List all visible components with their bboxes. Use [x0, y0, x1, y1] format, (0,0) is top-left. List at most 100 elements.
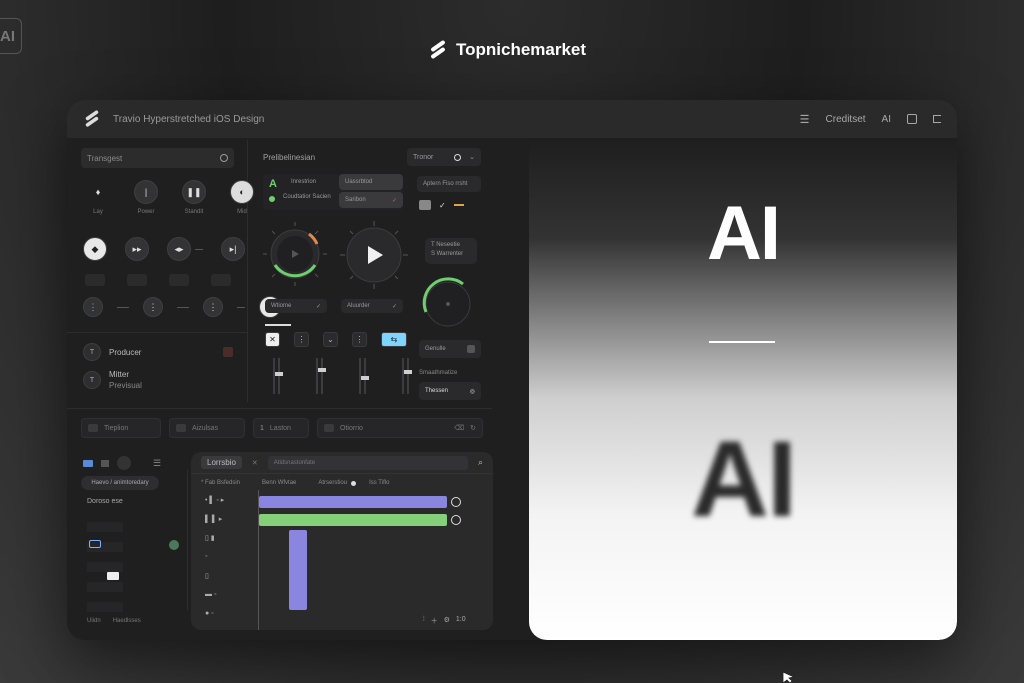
wave-button[interactable]: ⋮ — [83, 297, 103, 317]
sidebar-footer-item[interactable]: Uiidn — [87, 618, 101, 624]
side-value-field[interactable]: Thessen ◎ — [419, 382, 481, 400]
fader[interactable] — [273, 358, 283, 394]
check-row[interactable]: Aluurder ✓ — [341, 299, 403, 313]
cue-step-button[interactable]: ⇆ — [381, 332, 407, 347]
fader-group — [273, 358, 412, 394]
close-step-button[interactable]: ✕ — [265, 332, 280, 347]
sidebar-toolbar: ☰ — [83, 456, 161, 470]
section-header: Prelibelinesian — [263, 153, 316, 162]
chip[interactable] — [211, 274, 231, 286]
half-circle-button[interactable]: ◐ — [230, 180, 254, 204]
cue-button-label: Genulle — [425, 346, 446, 352]
add-icon[interactable]: ＋ — [431, 616, 438, 626]
play-knob[interactable] — [339, 220, 409, 290]
chip[interactable] — [169, 274, 189, 286]
bottom-field[interactable]: 1 Laston — [253, 418, 309, 438]
search-input[interactable]: Transgest — [81, 148, 234, 168]
menu-label[interactable]: Creditset — [826, 114, 866, 125]
ai-corner-badge: AI — [0, 18, 22, 54]
fader[interactable] — [359, 358, 369, 394]
check-row-label: Aluurder — [347, 303, 370, 309]
menu-icon[interactable]: ☰ — [800, 113, 810, 126]
track-header[interactable]: ▯ — [205, 572, 224, 582]
search-icon[interactable]: ⌕ — [478, 457, 483, 468]
toggle-icon[interactable] — [117, 456, 131, 470]
check-icon: ✓ — [391, 197, 397, 204]
ruler-label: Iss Tiflo — [369, 480, 390, 486]
window-icon[interactable] — [907, 114, 917, 124]
list-icon[interactable] — [101, 459, 109, 467]
timeline-panel: Lorrsbio ✕ Atidsnastonfate ⌕ * Fab Bsfed… — [191, 452, 493, 630]
step-button[interactable]: ⋮ — [352, 332, 367, 347]
lower-divider — [67, 408, 492, 409]
ruler-label: Atrserstiou — [318, 480, 348, 486]
folder-icon[interactable] — [83, 459, 93, 467]
window-title: Travio Hyperstretched iOS Design — [113, 113, 265, 125]
minimize-icon[interactable] — [933, 115, 941, 123]
skip-end-button[interactable]: ▸| — [221, 237, 245, 261]
skip-button[interactable]: ◂▸ — [167, 237, 191, 261]
settings-icon[interactable]: ⚙ — [444, 616, 450, 626]
chevron-down-button[interactable]: ⌄ — [323, 332, 338, 347]
track-header[interactable]: ▯ ▮ — [205, 534, 224, 544]
chip[interactable] — [85, 274, 105, 286]
check-row-label: Wtiome — [271, 303, 292, 309]
level-knob[interactable] — [415, 276, 481, 330]
bars-button[interactable]: ⋮ — [143, 297, 163, 317]
audio-clip[interactable] — [289, 530, 307, 610]
fader[interactable] — [402, 358, 412, 394]
preview-divider — [709, 341, 775, 343]
list-item[interactable]: T Mitter Previsual — [83, 370, 142, 390]
chip[interactable] — [127, 274, 147, 286]
track-header[interactable]: ▌ ▌ ▸ — [205, 515, 224, 525]
grid-icon[interactable]: ☰ — [153, 458, 161, 469]
track-solo-icon[interactable] — [451, 515, 461, 525]
brand-logo: Topnichemarket — [428, 40, 586, 60]
mic-button[interactable]: ♦ — [86, 180, 110, 204]
track-header[interactable]: ● ◦ — [205, 610, 224, 620]
power-label: Power — [137, 209, 155, 215]
sidebar-footer-item[interactable]: Haedlsses — [113, 618, 141, 624]
filter-pill[interactable]: Haevo / animtoredary — [81, 476, 159, 490]
active-track-icon[interactable] — [107, 572, 119, 580]
bottom-field[interactable]: Tieplion — [81, 418, 161, 438]
bottom-field[interactable]: Aizulsas — [169, 418, 245, 438]
list-item[interactable]: T Producer — [83, 343, 233, 361]
audio-clip[interactable] — [259, 514, 447, 526]
minus-icon[interactable] — [453, 204, 464, 206]
selected-row[interactable]: Saribon ✓ — [339, 192, 403, 208]
step-button[interactable]: ⋮ — [294, 332, 309, 347]
timeline-search-input[interactable]: Atidsnastonfate — [267, 455, 468, 470]
fader[interactable] — [316, 358, 326, 394]
check-icon[interactable]: ✓ — [439, 201, 446, 210]
square-icon — [467, 345, 475, 353]
tag-icon — [88, 424, 98, 432]
mode-row: ⋮ ⋮ ⋮ ⋈ — [83, 296, 281, 318]
track-header[interactable]: ◦ — [205, 553, 224, 563]
cue-button[interactable]: Genulle — [419, 340, 481, 358]
track-header[interactable]: ▬ ◦ — [205, 591, 224, 601]
track-solo-icon[interactable] — [451, 497, 461, 507]
forward-button[interactable]: ▸▸ — [125, 237, 149, 261]
power-button[interactable]: | — [134, 180, 158, 204]
audio-clip[interactable] — [259, 496, 447, 508]
selected-track-icon[interactable] — [89, 540, 101, 548]
gain-knob[interactable] — [261, 220, 329, 288]
playhead-marker-icon[interactable] — [351, 481, 356, 486]
split-button[interactable]: ⋮ — [203, 297, 223, 317]
preset-dropdown[interactable]: Tronor ⌄ — [407, 148, 481, 166]
layers-icon[interactable] — [419, 200, 431, 210]
record-button[interactable]: ◆ — [83, 237, 107, 261]
bars-icon[interactable]: ⦙ — [423, 616, 425, 626]
ai-button[interactable]: AI — [882, 114, 891, 125]
close-icon[interactable]: ✕ — [252, 459, 258, 467]
bottom-field[interactable]: Otiorrio ⌫ ↻ — [317, 418, 483, 438]
bottom-field-label: Aizulsas — [192, 424, 219, 432]
number-icon: 1 — [260, 424, 264, 432]
track-header[interactable]: • ▌ ◦ ▸ — [205, 496, 224, 506]
check-row[interactable]: Wtiome ✓ — [265, 299, 327, 313]
apply-button[interactable]: Aptern Fiso rrsht — [417, 176, 481, 192]
radio-icon — [454, 153, 462, 161]
selected-row[interactable]: Uassrbtod — [339, 174, 403, 190]
pause-button[interactable]: ❚❚ — [182, 180, 206, 204]
